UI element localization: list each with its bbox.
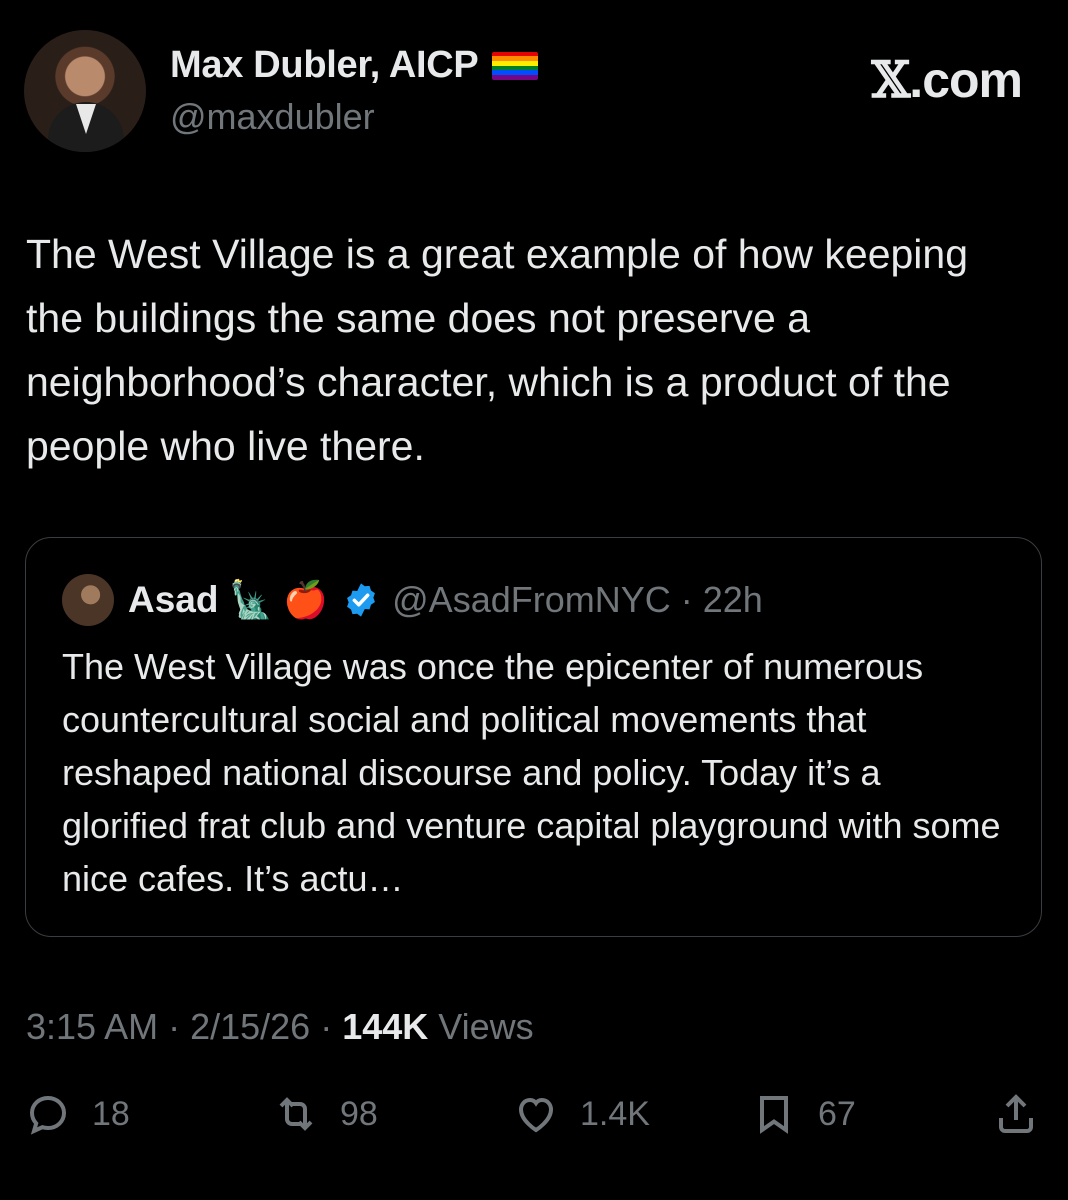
x-domain-text: .com	[909, 52, 1023, 108]
x-logo-icon: 𝕏	[871, 50, 911, 109]
author-name-row: Max Dubler, AICP	[170, 44, 539, 87]
quoted-tweet[interactable]: Asad 🗽 🍎 @AsadFromNYC · 22h The West Vil…	[25, 537, 1042, 937]
reply-icon	[29, 1095, 67, 1135]
heart-icon	[518, 1097, 554, 1133]
bookmark-button[interactable]: 67	[750, 1090, 856, 1138]
bookmark-icon	[760, 1096, 788, 1134]
tweet-meta: 3:15 AM · 2/15/26 · 144K Views	[26, 1006, 534, 1048]
verified-badge-icon	[347, 583, 376, 617]
tweet-actions-bar: 18 98 1.4K 67	[0, 1090, 1068, 1160]
author-display-name[interactable]: Max Dubler, AICP	[170, 44, 479, 87]
repost-icon	[279, 1097, 313, 1131]
quoted-tweet-header: Asad 🗽 🍎 @AsadFromNYC · 22h	[62, 574, 763, 626]
quoted-author-avatar	[62, 574, 114, 626]
apple-emoji: 🍎	[283, 579, 329, 620]
like-count: 1.4K	[580, 1094, 650, 1133]
tweet-header: Max Dubler, AICP @maxdubler 𝕏.com	[24, 30, 1044, 160]
x-com-watermark: 𝕏.com	[872, 50, 1023, 109]
author-avatar[interactable]	[24, 30, 146, 152]
rainbow-flag-icon	[492, 51, 539, 80]
views-count: 144K	[342, 1006, 429, 1047]
quoted-tweet-text: The West Village was once the epicenter …	[62, 646, 1001, 899]
share-button[interactable]	[992, 1090, 1040, 1138]
tweet-text: The West Village is a great example of h…	[26, 231, 969, 469]
share-icon	[999, 1094, 1033, 1133]
statue-of-liberty-emoji: 🗽	[228, 579, 274, 620]
author-handle[interactable]: @maxdubler	[170, 96, 375, 138]
reply-count: 18	[92, 1094, 130, 1133]
reply-button[interactable]: 18	[24, 1090, 130, 1138]
quoted-author-name: Asad	[128, 579, 219, 620]
repost-count: 98	[340, 1094, 378, 1133]
tweet-time-date[interactable]: 3:15 AM · 2/15/26 ·	[26, 1006, 342, 1047]
like-button[interactable]: 1.4K	[512, 1090, 650, 1138]
bookmark-count: 67	[818, 1094, 856, 1133]
repost-button[interactable]: 98	[272, 1090, 378, 1138]
views-label: Views	[428, 1006, 534, 1047]
quoted-handle-time: @AsadFromNYC · 22h	[392, 579, 763, 620]
